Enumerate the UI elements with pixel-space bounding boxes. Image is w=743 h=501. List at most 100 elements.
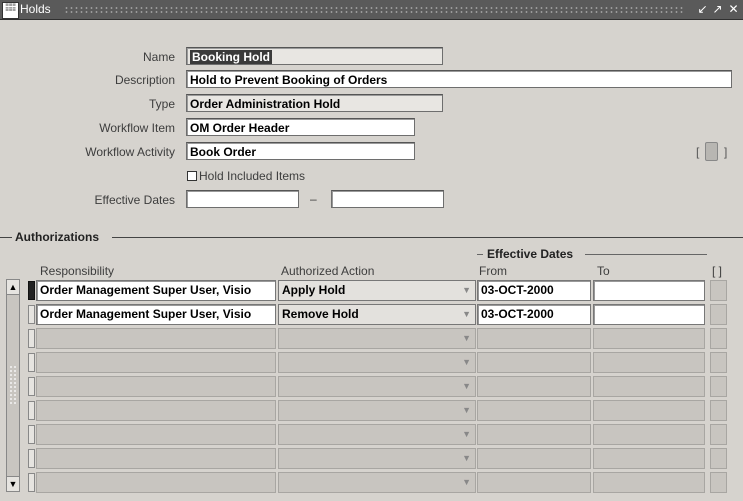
record-indicator[interactable] (28, 425, 35, 444)
flex-close-bracket: ] (724, 145, 728, 159)
authorized-action-cell[interactable]: ▼ (278, 400, 476, 421)
column-header-flex: [ ] (712, 264, 723, 278)
to-date-cell[interactable] (593, 448, 705, 469)
dropdown-arrow-icon[interactable]: ▼ (462, 281, 471, 300)
hold-included-label: Hold Included Items (199, 169, 306, 183)
row-flexfield-cell[interactable] (710, 400, 727, 421)
minimize-icon[interactable]: ↙ (696, 2, 709, 16)
to-date-cell[interactable] (593, 328, 705, 349)
record-indicator[interactable] (28, 401, 35, 420)
responsibility-cell[interactable] (36, 448, 276, 469)
dropdown-arrow-icon[interactable]: ▼ (462, 473, 471, 492)
responsibility-cell[interactable] (36, 472, 276, 493)
to-date-cell[interactable] (593, 400, 705, 421)
hold-included-checkbox[interactable] (187, 171, 197, 181)
row-flexfield-cell[interactable] (710, 448, 727, 469)
to-date-cell[interactable] (593, 472, 705, 493)
row-flexfield-cell[interactable] (710, 376, 727, 397)
maximize-icon[interactable]: ↗ (711, 2, 724, 16)
effective-date-to[interactable] (331, 190, 444, 208)
authorized-action-cell[interactable]: ▼ (278, 328, 476, 349)
from-date-cell[interactable] (477, 448, 591, 469)
effective-dates-label: Effective Dates (94, 193, 175, 207)
dropdown-arrow-icon[interactable]: ▼ (462, 425, 471, 444)
column-header-authorized-action: Authorized Action (281, 264, 375, 278)
workflow-item-field[interactable]: OM Order Header (186, 118, 415, 136)
row-flexfield-cell[interactable] (710, 304, 727, 325)
descriptive-flexfield-button[interactable] (705, 142, 718, 161)
scrollbar-grip[interactable] (9, 365, 17, 405)
responsibility-cell[interactable] (36, 328, 276, 349)
scroll-down-arrow-icon[interactable]: ▼ (7, 476, 19, 491)
flex-open-bracket: [ (696, 145, 700, 159)
date-separator: – (310, 192, 317, 206)
authorized-action-cell[interactable]: ▼ (278, 448, 476, 469)
from-date-cell[interactable] (477, 424, 591, 445)
record-indicator[interactable] (28, 305, 35, 324)
effective-dates-group-title: Effective Dates (487, 247, 574, 261)
responsibility-cell[interactable]: Order Management Super User, Visio (36, 280, 276, 301)
workflow-activity-field[interactable]: Book Order (186, 142, 415, 160)
to-date-cell[interactable] (593, 280, 705, 301)
record-indicator[interactable] (28, 329, 35, 348)
workflow-activity-label: Workflow Activity (85, 145, 175, 159)
from-date-cell[interactable] (477, 328, 591, 349)
name-field[interactable]: Booking Hold (186, 47, 443, 65)
to-date-cell[interactable] (593, 304, 705, 325)
dropdown-arrow-icon[interactable]: ▼ (462, 329, 471, 348)
column-header-responsibility: Responsibility (40, 264, 115, 278)
row-flexfield-cell[interactable] (710, 424, 727, 445)
record-indicator[interactable] (28, 353, 35, 372)
window-title-bar[interactable]: ≡≡≡ ≡≡≡ Holds ↙ ↗ ✕ (0, 0, 743, 20)
group-line-left (477, 254, 483, 255)
dropdown-arrow-icon[interactable]: ▼ (462, 353, 471, 372)
scroll-up-arrow-icon[interactable]: ▲ (7, 280, 19, 295)
current-record-indicator[interactable] (28, 281, 35, 300)
type-field[interactable]: Order Administration Hold (186, 94, 443, 112)
from-date-cell[interactable] (477, 472, 591, 493)
workflow-item-label: Workflow Item (99, 121, 175, 135)
description-field[interactable]: Hold to Prevent Booking of Orders (186, 70, 732, 88)
row-flexfield-cell[interactable] (710, 328, 727, 349)
authorized-action-value: Apply Hold (282, 283, 346, 297)
row-flexfield-cell[interactable] (710, 472, 727, 493)
responsibility-cell[interactable] (36, 424, 276, 445)
authorized-action-cell[interactable]: Apply Hold ▼ (278, 280, 476, 301)
column-header-from: From (479, 264, 507, 278)
type-label: Type (148, 97, 175, 111)
close-icon[interactable]: ✕ (727, 2, 740, 16)
from-date-cell[interactable] (477, 400, 591, 421)
record-indicator[interactable] (28, 449, 35, 468)
section-divider-left (0, 237, 12, 238)
from-date-cell[interactable] (477, 376, 591, 397)
vertical-scrollbar[interactable]: ▲ ▼ (6, 279, 20, 492)
authorized-action-cell[interactable]: ▼ (278, 352, 476, 373)
row-flexfield-cell[interactable] (710, 280, 727, 301)
responsibility-cell[interactable] (36, 400, 276, 421)
dropdown-arrow-icon[interactable]: ▼ (462, 449, 471, 468)
authorized-action-cell[interactable]: ▼ (278, 376, 476, 397)
window-title: Holds (20, 2, 51, 16)
authorized-action-cell[interactable]: ▼ (278, 424, 476, 445)
row-flexfield-cell[interactable] (710, 352, 727, 373)
to-date-cell[interactable] (593, 376, 705, 397)
authorized-action-cell[interactable]: Remove Hold ▼ (278, 304, 476, 325)
from-date-cell[interactable] (477, 352, 591, 373)
effective-date-from[interactable] (186, 190, 299, 208)
responsibility-cell[interactable] (36, 376, 276, 397)
responsibility-cell[interactable] (36, 352, 276, 373)
responsibility-cell[interactable]: Order Management Super User, Visio (36, 304, 276, 325)
record-indicator[interactable] (28, 473, 35, 492)
dropdown-arrow-icon[interactable]: ▼ (462, 377, 471, 396)
name-label: Name (142, 50, 175, 64)
to-date-cell[interactable] (593, 424, 705, 445)
to-date-cell[interactable] (593, 352, 705, 373)
from-date-cell[interactable]: 03-OCT-2000 (477, 304, 591, 325)
from-date-cell[interactable]: 03-OCT-2000 (477, 280, 591, 301)
dropdown-arrow-icon[interactable]: ▼ (462, 401, 471, 420)
authorized-action-cell[interactable]: ▼ (278, 472, 476, 493)
description-label: Description (114, 73, 175, 87)
dropdown-arrow-icon[interactable]: ▼ (462, 305, 471, 324)
authorized-action-value: Remove Hold (282, 307, 359, 321)
record-indicator[interactable] (28, 377, 35, 396)
